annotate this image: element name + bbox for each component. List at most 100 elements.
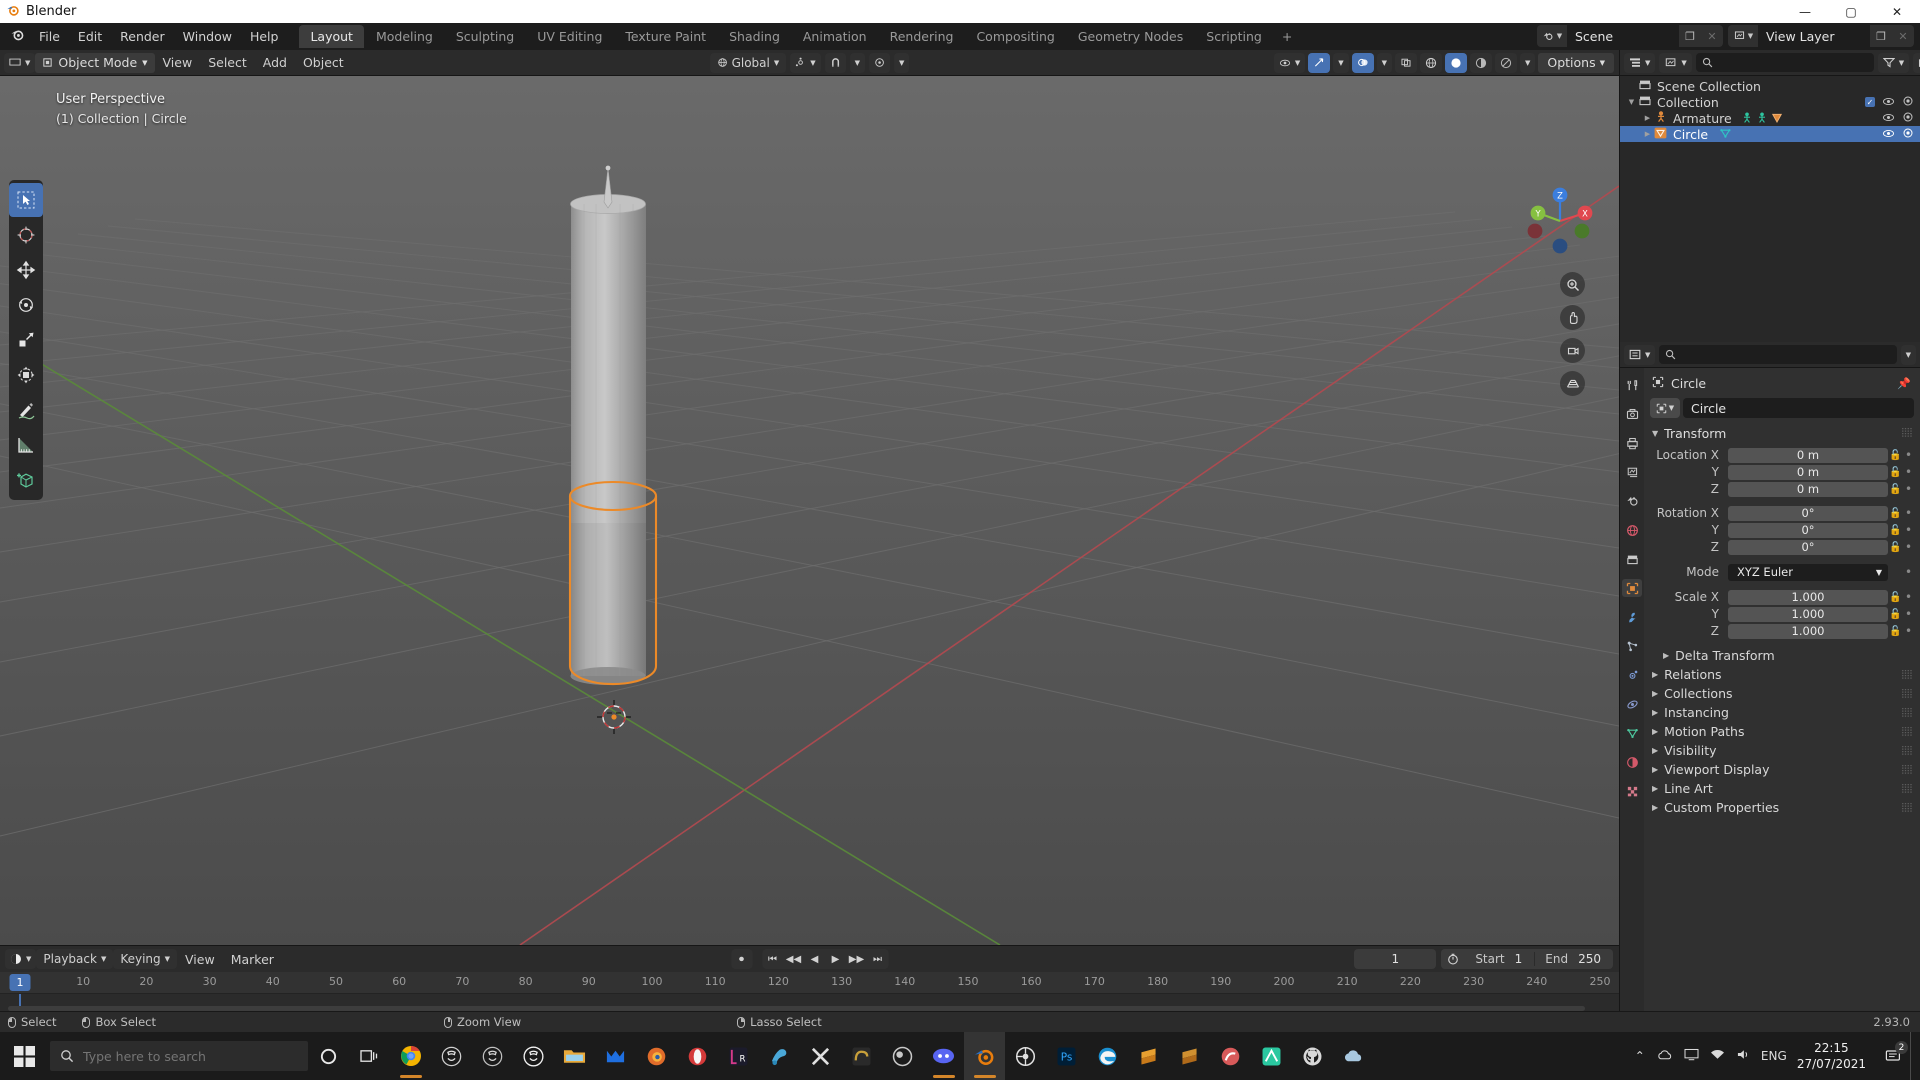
eye-icon[interactable] — [1882, 112, 1895, 125]
viewport-menu-add[interactable]: Add — [255, 53, 295, 72]
timeline-current-frame-indicator[interactable]: 1 — [9, 974, 31, 991]
outliner-row-armature[interactable]: ▶ Armature — [1620, 110, 1920, 126]
overlays-options-dropdown[interactable]: ▼ — [1376, 52, 1392, 73]
timeline-editor-type-icon[interactable]: ▼ — [5, 949, 37, 969]
shading-solid-icon[interactable] — [1444, 52, 1467, 73]
outliner-row-scene-collection[interactable]: Scene Collection — [1620, 78, 1920, 94]
section-line-art[interactable]: ▶ Line Art ⣿⣿ — [1644, 779, 1920, 798]
texture-tab[interactable] — [1622, 782, 1642, 800]
xray-icon[interactable] — [1394, 52, 1417, 73]
menu-render[interactable]: Render — [111, 26, 174, 47]
lock-icon[interactable]: 🔓 — [1888, 609, 1903, 620]
stopwatch-icon[interactable] — [1441, 949, 1466, 969]
workspace-tab-layout[interactable]: Layout — [299, 25, 364, 48]
viewport-menu-select[interactable]: Select — [200, 53, 255, 72]
animate-dot[interactable]: • — [1903, 466, 1914, 478]
lock-icon[interactable]: 🔓 — [1888, 450, 1903, 461]
particles-tab[interactable] — [1622, 637, 1642, 655]
rotation-y-field[interactable]: 0° — [1728, 522, 1888, 538]
disclosure-triangle[interactable]: ▶ — [1642, 114, 1653, 122]
blender-icon[interactable] — [964, 1032, 1005, 1080]
proportional-edit-icon[interactable] — [869, 52, 891, 73]
navigation-gizmo[interactable]: Z X Y — [1523, 184, 1597, 258]
remove-scene-button[interactable]: ✕ — [1701, 25, 1723, 47]
discord-icon[interactable] — [923, 1032, 964, 1080]
animate-dot[interactable]: • — [1903, 524, 1914, 536]
record-icon[interactable]: ⏺ — [731, 949, 752, 969]
viewport-options-button[interactable]: Options ▼ — [1538, 52, 1614, 73]
properties-search-box[interactable] — [1659, 345, 1897, 364]
animate-dot[interactable]: • — [1903, 566, 1914, 578]
camera-icon[interactable] — [1902, 128, 1914, 141]
gizmo-icon[interactable] — [1308, 52, 1331, 73]
taskbar-search-box[interactable] — [50, 1041, 308, 1071]
object-visibility-icon[interactable]: ▼ — [1273, 52, 1306, 73]
modifiers-tab[interactable] — [1622, 608, 1642, 626]
prev-keyframe-button[interactable]: ◀◀ — [783, 949, 804, 969]
tweak-tool[interactable] — [9, 183, 43, 217]
world-tab[interactable] — [1622, 521, 1642, 539]
section-relations[interactable]: ▶ Relations ⣿⣿ — [1644, 665, 1920, 684]
collection-tab[interactable] — [1622, 550, 1642, 568]
filter-icon[interactable]: ▼ — [1877, 52, 1910, 73]
pan-icon[interactable] — [1560, 305, 1585, 330]
scale-z-field[interactable]: 1.000 — [1728, 623, 1888, 639]
unreal-engine-icon[interactable] — [431, 1032, 472, 1080]
remove-view-layer-button[interactable]: ✕ — [1892, 25, 1914, 47]
outliner-row-circle[interactable]: ▶ Circle — [1620, 126, 1920, 142]
krita-icon[interactable] — [1210, 1032, 1251, 1080]
output-tab[interactable] — [1622, 434, 1642, 452]
workspace-tab-sculpting[interactable]: Sculpting — [445, 25, 525, 48]
shading-options-dropdown[interactable]: ▼ — [1519, 52, 1536, 73]
language-label[interactable]: ENG — [1757, 1049, 1791, 1063]
properties-options-dropdown[interactable]: ▼ — [1900, 344, 1916, 365]
object-name-field[interactable]: Circle — [1683, 398, 1914, 418]
workspace-tab-texture-paint[interactable]: Texture Paint — [614, 25, 717, 48]
workspace-tab-scripting[interactable]: Scripting — [1195, 25, 1273, 48]
viewport-menu-object[interactable]: Object — [295, 53, 352, 72]
substance-icon[interactable] — [841, 1032, 882, 1080]
interaction-mode-selector[interactable]: Object Mode ▼ — [35, 52, 155, 73]
workspace-tab-uv-editing[interactable]: UV Editing — [526, 25, 613, 48]
add-cube-tool[interactable] — [9, 463, 43, 497]
workspace-tab-geometry-nodes[interactable]: Geometry Nodes — [1067, 25, 1194, 48]
3d-viewport[interactable]: User Perspective (1) Collection | Circle — [0, 76, 1619, 945]
move-tool[interactable] — [9, 253, 43, 287]
animate-dot[interactable]: • — [1903, 608, 1914, 620]
workspace-tab-compositing[interactable]: Compositing — [965, 25, 1065, 48]
chrome-icon[interactable] — [390, 1032, 431, 1080]
collection-checkbox[interactable]: ✓ — [1865, 97, 1875, 107]
blender-menu-icon[interactable] — [4, 27, 30, 46]
lock-icon[interactable]: 🔓 — [1888, 592, 1903, 603]
firefox-icon[interactable] — [636, 1032, 677, 1080]
ortho-persp-icon[interactable] — [1560, 371, 1585, 396]
scene-icon[interactable]: ▼ — [1537, 25, 1567, 47]
shading-material-preview-icon[interactable] — [1469, 52, 1492, 73]
camera-icon[interactable] — [1560, 338, 1585, 363]
workspace-tab-animation[interactable]: Animation — [792, 25, 878, 48]
sublime-icon[interactable] — [1169, 1032, 1210, 1080]
network-icon[interactable] — [1705, 1048, 1731, 1064]
start-frame-value[interactable]: 1 — [1513, 952, 1535, 966]
transform-orientation-selector[interactable]: Global ▼ — [709, 52, 787, 73]
file-explorer-icon[interactable] — [554, 1032, 595, 1080]
cortana-icon[interactable] — [308, 1032, 349, 1080]
onedrive-icon[interactable] — [1653, 1049, 1679, 1064]
minimize-button[interactable]: — — [1782, 0, 1828, 23]
transform-panel-header[interactable]: ▼ Transform ⣿⣿ — [1644, 423, 1920, 443]
wheel-icon[interactable] — [1005, 1032, 1046, 1080]
play-reverse-button[interactable]: ◀ — [804, 949, 825, 969]
mixer-icon[interactable] — [1251, 1032, 1292, 1080]
outliner-tree[interactable]: Scene Collection ▼ Collection ✓ ▶ Armatu… — [1620, 76, 1920, 342]
lock-icon[interactable]: 🔓 — [1888, 525, 1903, 536]
photoshop-icon[interactable]: Ps — [1046, 1032, 1087, 1080]
eye-icon[interactable] — [1882, 128, 1895, 141]
disclosure-triangle[interactable]: ▶ — [1642, 130, 1653, 138]
properties-editor-type-icon[interactable]: ▼ — [1624, 344, 1656, 365]
menu-file[interactable]: File — [30, 26, 69, 47]
maximize-button[interactable]: ▢ — [1828, 0, 1874, 23]
scene-selector[interactable]: ▼ Scene ❐ ✕ — [1537, 25, 1723, 47]
play-button[interactable]: ▶ — [825, 949, 846, 969]
snap-magnet-icon[interactable] — [824, 52, 846, 73]
animate-dot[interactable]: • — [1903, 541, 1914, 553]
